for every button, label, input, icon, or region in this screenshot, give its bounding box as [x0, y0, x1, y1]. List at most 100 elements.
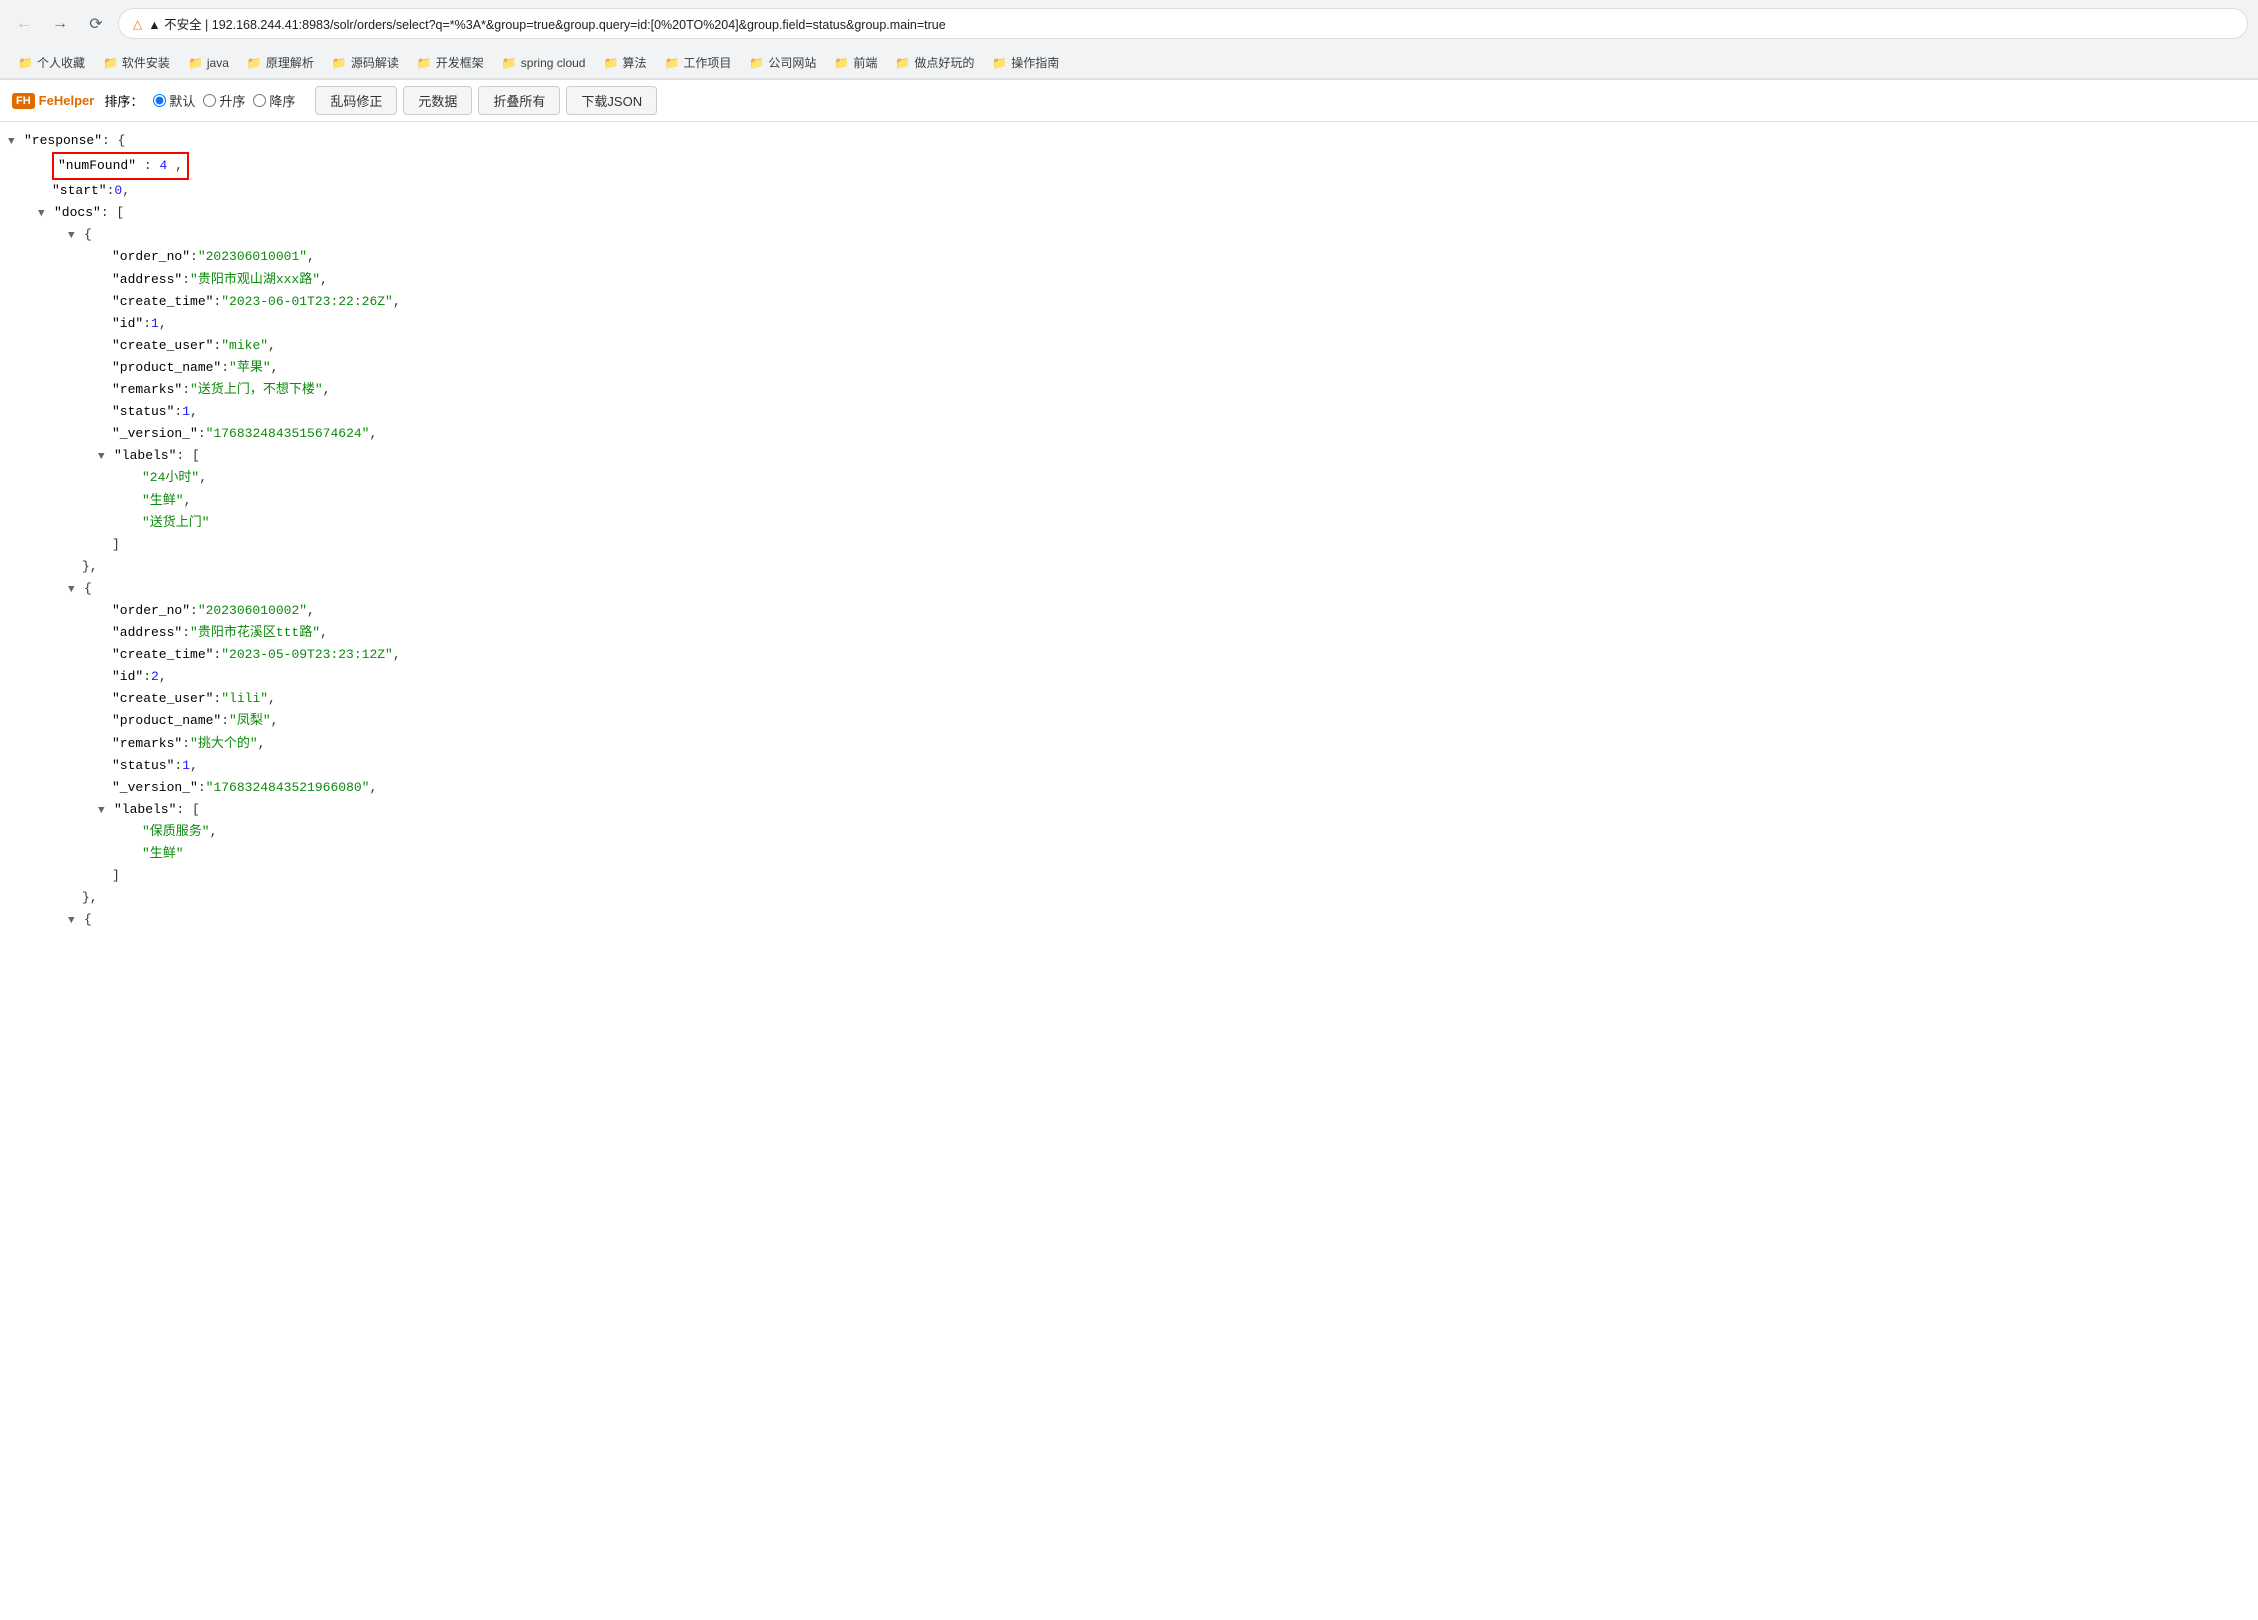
- fehelper-name: FeHelper: [39, 93, 95, 108]
- url-text: ▲ 不安全 | 192.168.244.41:8983/solr/orders/…: [148, 14, 945, 33]
- download-json-button[interactable]: 下载JSON: [566, 86, 657, 115]
- meta-button[interactable]: 元数据: [403, 86, 472, 115]
- fehelper-logo: FH FeHelper: [12, 93, 94, 109]
- bookmark-label: 算法: [622, 54, 646, 71]
- bookmark-springcloud[interactable]: 📁 spring cloud: [494, 53, 594, 73]
- bookmark-algorithm[interactable]: 📁 算法: [595, 51, 654, 74]
- docs-key: "docs": [54, 202, 101, 224]
- numfound-highlight: "numFound" : 4 ,: [52, 152, 189, 180]
- bookmark-label: 原理解析: [266, 54, 314, 71]
- numfound-value: 4: [159, 158, 167, 173]
- sort-desc-label: 降序: [269, 91, 295, 110]
- order1-address-val: "贵阳市观山湖xxx路": [190, 269, 320, 291]
- json-response-line: ▼ "response" : {: [0, 130, 2258, 152]
- bookmark-frontend[interactable]: 📁 前端: [826, 51, 885, 74]
- toggle-docs[interactable]: ▼: [38, 205, 52, 224]
- toggle-obj2[interactable]: ▼: [68, 581, 82, 600]
- bookmark-work[interactable]: 📁 工作项目: [656, 51, 739, 74]
- order2-address: "address" : "贵阳市花溪区ttt路" ,: [90, 622, 2258, 644]
- sort-default[interactable]: 默认: [153, 91, 195, 110]
- folder-icon: 📁: [603, 56, 618, 70]
- bookmark-principle[interactable]: 📁 原理解析: [239, 51, 322, 74]
- order1-order-no: "order_no" : "202306010001" ,: [90, 246, 2258, 268]
- bookmark-label: 工作项目: [683, 54, 731, 71]
- order2-product-name-val: "凤梨": [229, 710, 271, 732]
- sort-asc-radio[interactable]: [203, 94, 216, 107]
- toggle-response[interactable]: ▼: [8, 133, 22, 152]
- bookmark-label: 操作指南: [1011, 54, 1059, 71]
- bookmark-source[interactable]: 📁 源码解读: [324, 51, 407, 74]
- order2-label-2: "生鲜": [120, 843, 2258, 865]
- sort-default-radio[interactable]: [153, 94, 166, 107]
- order2-remarks-val: "挑大个的": [190, 733, 258, 755]
- sort-label: 排序：: [104, 91, 143, 110]
- sort-default-label: 默认: [169, 91, 195, 110]
- fold-all-button[interactable]: 折叠所有: [478, 86, 560, 115]
- sort-asc[interactable]: 升序: [203, 91, 245, 110]
- folder-icon: 📁: [895, 56, 910, 70]
- bookmark-personal[interactable]: 📁 个人收藏: [10, 51, 93, 74]
- obj3-open: ▼ {: [60, 909, 2258, 931]
- numfound-line: "numFound" : 4 ,: [30, 152, 2258, 180]
- order2-create-user-val: "lili": [221, 688, 268, 710]
- sort-asc-label: 升序: [219, 91, 245, 110]
- bookmark-software[interactable]: 📁 软件安装: [95, 51, 178, 74]
- sort-desc-radio[interactable]: [253, 94, 266, 107]
- start-value: 0: [114, 180, 122, 202]
- forward-button[interactable]: →: [46, 10, 74, 38]
- order2-remarks: "remarks" : "挑大个的" ,: [90, 733, 2258, 755]
- bookmark-label: 软件安装: [122, 54, 170, 71]
- order1-label-2: "生鲜" ,: [120, 490, 2258, 512]
- bookmark-company[interactable]: 📁 公司网站: [741, 51, 824, 74]
- bookmark-java[interactable]: 📁 java: [180, 53, 237, 73]
- bookmark-label: 前端: [853, 54, 877, 71]
- order2-status: "status" : 1 ,: [90, 755, 2258, 777]
- folder-icon: 📁: [992, 56, 1007, 70]
- toggle-obj1[interactable]: ▼: [68, 227, 82, 246]
- order1-create-user-val: "mike": [221, 335, 268, 357]
- order2-id: "id" : 2 ,: [90, 666, 2258, 688]
- order1-version-val: "1768324843515674624": [206, 423, 370, 445]
- numfound-key: "numFound": [58, 158, 136, 173]
- start-key: "start": [52, 180, 107, 202]
- obj1-close: },: [60, 556, 2258, 578]
- bookmark-framework[interactable]: 📁 开发框架: [409, 51, 492, 74]
- order1-remarks-val: "送货上门，不想下楼": [190, 379, 323, 401]
- bookmark-label: 做点好玩的: [914, 54, 974, 71]
- bookmark-label: 源码解读: [351, 54, 399, 71]
- json-content: ▼ "response" : { "numFound" : 4 , "start…: [0, 122, 2258, 939]
- order1-id-val: 1: [151, 313, 159, 335]
- toggle-order1-labels[interactable]: ▼: [98, 448, 112, 467]
- order1-create-user: "create_user" : "mike" ,: [90, 335, 2258, 357]
- fehelper-toolbar: FH FeHelper 排序： 默认 升序 降序 乱码修正 元数据 折叠所有 下…: [0, 80, 2258, 122]
- toggle-order2-labels[interactable]: ▼: [98, 802, 112, 821]
- obj1-open: ▼ {: [60, 224, 2258, 246]
- bookmark-label: 公司网站: [768, 54, 816, 71]
- order1-address: "address" : "贵阳市观山湖xxx路" ,: [90, 269, 2258, 291]
- order2-version-val: "1768324843521966080": [206, 777, 370, 799]
- security-icon: △: [133, 17, 142, 31]
- order2-product-name: "product_name" : "凤梨" ,: [90, 710, 2258, 732]
- fix-encoding-button[interactable]: 乱码修正: [315, 86, 397, 115]
- address-bar[interactable]: △ ▲ 不安全 | 192.168.244.41:8983/solr/order…: [118, 8, 2248, 39]
- order2-create-time: "create_time" : "2023-05-09T23:23:12Z" ,: [90, 644, 2258, 666]
- action-buttons: 乱码修正 元数据 折叠所有 下载JSON: [315, 86, 657, 115]
- order2-version: "_version_" : "1768324843521966080" ,: [90, 777, 2258, 799]
- order1-label-1: "24小时" ,: [120, 467, 2258, 489]
- order1-label-3: "送货上门": [120, 512, 2258, 534]
- sort-desc[interactable]: 降序: [253, 91, 295, 110]
- obj2-open: ▼ {: [60, 578, 2258, 600]
- order2-status-val: 1: [182, 755, 190, 777]
- order1-create-time-val: "2023-06-01T23:22:26Z": [221, 291, 393, 313]
- bookmark-guide[interactable]: 📁 操作指南: [984, 51, 1067, 74]
- order1-labels-close: ]: [90, 534, 2258, 556]
- reload-button[interactable]: ⟳: [82, 10, 110, 38]
- fehelper-icon: FH: [12, 93, 35, 109]
- order1-labels-key: ▼ "labels" : [: [90, 445, 2258, 467]
- toggle-obj3[interactable]: ▼: [68, 912, 82, 931]
- back-button[interactable]: ←: [10, 10, 38, 38]
- response-key: "response": [24, 130, 102, 152]
- start-line: "start" : 0 ,: [30, 180, 2258, 202]
- bookmark-fun[interactable]: 📁 做点好玩的: [887, 51, 982, 74]
- order1-version: "_version_" : "1768324843515674624" ,: [90, 423, 2258, 445]
